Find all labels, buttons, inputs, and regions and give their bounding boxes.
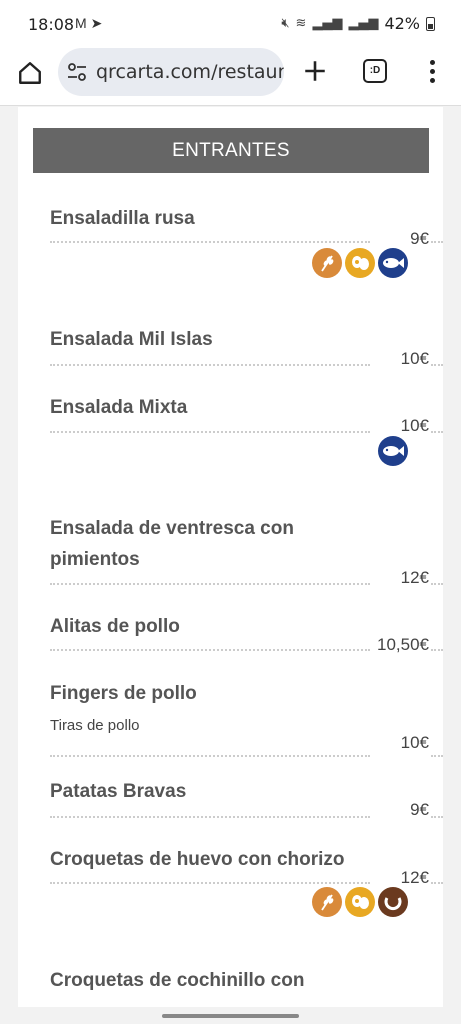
- item-name: Croquetas de huevo con chorizo: [50, 849, 345, 870]
- item-price: 9€: [410, 229, 429, 248]
- new-tab-icon[interactable]: [302, 58, 328, 84]
- battery-level: 42%: [384, 14, 420, 33]
- gluten-icon: [312, 248, 342, 278]
- dotted-leader: [50, 583, 370, 585]
- browser-toolbar: qrcarta.com/restaurant :D: [0, 46, 461, 106]
- item-price: 10€: [400, 349, 429, 368]
- status-time: 18:08: [28, 15, 75, 34]
- tab-switcher-button[interactable]: :D: [363, 59, 387, 83]
- dotted-leader: [431, 816, 443, 818]
- signal-icon: ▂▄▆: [312, 16, 343, 31]
- mute-icon: 🔇︎: [281, 16, 290, 31]
- status-bar: 18:08 M ➤ 🔇︎ ≋ ▂▄▆ ▂▄▆ 42%: [0, 0, 461, 46]
- dotted-leader: [50, 882, 370, 884]
- dotted-leader: [431, 882, 443, 884]
- gluten-icon: [312, 887, 342, 917]
- gesture-nav-bar: [0, 1007, 461, 1024]
- item-name: Alitas de pollo: [50, 616, 180, 637]
- egg-icon: [345, 248, 375, 278]
- item-name: Patatas Bravas: [50, 781, 187, 802]
- home-gesture-handle[interactable]: [162, 1014, 299, 1018]
- item-price: 10€: [400, 416, 429, 435]
- dotted-leader: [431, 755, 443, 757]
- item-name: Croquetas de cochinillo con: [50, 970, 305, 991]
- item-name: Ensaladilla rusa: [50, 208, 195, 229]
- battery-icon: [426, 16, 435, 31]
- dotted-leader: [50, 649, 370, 651]
- item-name: Ensalada Mil Islas: [50, 329, 213, 350]
- dotted-leader: [431, 431, 443, 433]
- item-description: Tiras de pollo: [50, 717, 140, 734]
- more-options-icon[interactable]: [422, 56, 442, 86]
- item-price: 10€: [400, 733, 429, 752]
- section-header: ENTRANTES: [33, 128, 429, 173]
- item-price: 9€: [410, 800, 429, 819]
- item-price: 10,50€: [377, 635, 429, 654]
- home-icon[interactable]: [17, 60, 43, 86]
- dotted-leader: [50, 431, 370, 433]
- item-price: 12€: [400, 568, 429, 587]
- dotted-leader: [50, 364, 370, 366]
- gmail-icon: M: [75, 15, 87, 31]
- allergen-list: [378, 436, 408, 466]
- menu-page: ENTRANTES Ensaladilla rusa 9€ Ensalada M…: [18, 107, 443, 1007]
- dotted-leader: [431, 241, 443, 243]
- dotted-leader: [50, 816, 370, 818]
- notification-icons: M ➤: [75, 15, 102, 32]
- dotted-leader: [50, 241, 370, 243]
- dotted-leader: [431, 364, 443, 366]
- dotted-leader: [50, 755, 370, 757]
- telegram-icon: ➤: [90, 15, 103, 31]
- fish-icon: [378, 248, 408, 278]
- item-name: Ensalada Mixta: [50, 397, 188, 418]
- address-bar[interactable]: qrcarta.com/restaurant: [58, 48, 284, 96]
- milk-icon: [378, 887, 408, 917]
- site-settings-icon[interactable]: [66, 62, 88, 82]
- dotted-leader: [431, 583, 443, 585]
- dotted-leader: [431, 649, 443, 651]
- allergen-list: [312, 887, 408, 917]
- allergen-list: [312, 248, 408, 278]
- system-status: 🔇︎ ≋ ▂▄▆ ▂▄▆ 42%: [281, 14, 435, 33]
- signal-icon: ▂▄▆: [348, 16, 379, 31]
- fish-icon: [378, 436, 408, 466]
- url-text[interactable]: qrcarta.com/restaurant: [96, 61, 284, 83]
- item-price: 12€: [400, 868, 429, 887]
- egg-icon: [345, 887, 375, 917]
- item-name: Ensalada de ventresca con pimientos: [50, 518, 294, 570]
- wifi-icon: ≋: [295, 16, 307, 31]
- item-name: Fingers de pollo: [50, 683, 197, 704]
